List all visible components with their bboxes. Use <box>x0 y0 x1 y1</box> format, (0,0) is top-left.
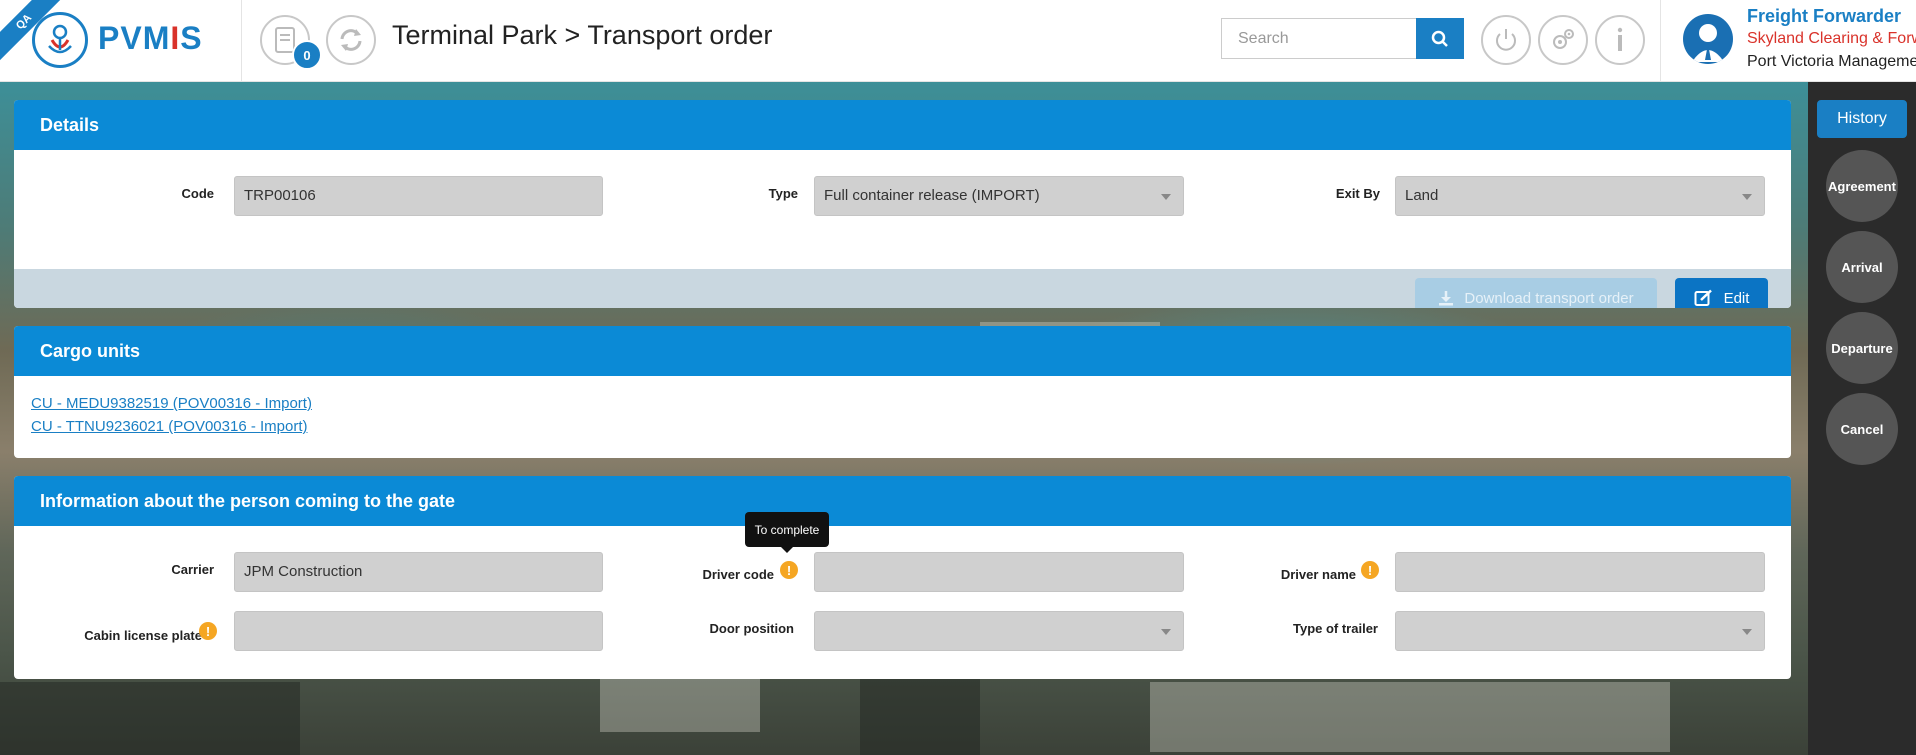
info-button[interactable] <box>1595 15 1645 65</box>
user-role: Freight Forwarder <box>1747 6 1902 26</box>
cancel-button[interactable]: Cancel <box>1826 393 1898 465</box>
carrier-field[interactable]: JPM Construction <box>234 552 603 592</box>
user-organization: Port Victoria Management <box>1747 53 1916 70</box>
type-of-trailer-select[interactable] <box>1395 611 1765 651</box>
download-button-label: Download transport order <box>1464 289 1634 307</box>
chevron-down-icon <box>1161 629 1171 635</box>
to-complete-tooltip: To complete <box>745 512 829 553</box>
search-button[interactable] <box>1416 18 1464 59</box>
door-position-label: Door position <box>709 621 795 636</box>
code-field[interactable]: TRP00106 <box>234 176 603 216</box>
driver-name-field[interactable] <box>1395 552 1765 592</box>
cabin-license-plate-label: Cabin license plate <box>84 628 202 643</box>
type-of-trailer-label: Type of trailer <box>1292 621 1378 636</box>
edit-icon <box>1694 289 1712 306</box>
search-input[interactable] <box>1221 18 1417 59</box>
departure-button[interactable]: Departure <box>1826 312 1898 384</box>
type-select-value: Full container release (IMPORT) <box>824 187 1040 204</box>
driver-code-field[interactable] <box>814 552 1184 592</box>
gate-person-panel: Information about the person coming to t… <box>14 476 1791 679</box>
details-panel-title: Details <box>14 100 1791 150</box>
gears-icon <box>1553 29 1574 49</box>
logo-wordmark: PVMIS <box>98 20 203 56</box>
edit-button-label: Edit <box>1723 289 1750 307</box>
agreement-button[interactable]: Agreement <box>1826 150 1898 222</box>
app-header: QA PVMIS 0 Terminal Park > Transport ord… <box>0 0 1916 82</box>
refresh-button[interactable] <box>326 15 376 65</box>
refresh-icon <box>340 29 362 51</box>
download-transport-order-button[interactable]: Download transport order <box>1415 278 1657 308</box>
door-position-select[interactable] <box>814 611 1184 651</box>
type-label: Type <box>768 186 798 201</box>
avatar-icon <box>1683 14 1733 64</box>
edit-button[interactable]: Edit <box>1675 278 1768 308</box>
logo-area: QA PVMIS <box>0 0 242 82</box>
warning-icon[interactable]: ! <box>1361 561 1379 579</box>
history-button[interactable]: History <box>1817 100 1907 138</box>
logout-button[interactable] <box>1481 15 1531 65</box>
settings-button[interactable] <box>1538 15 1588 65</box>
arrival-button[interactable]: Arrival <box>1826 231 1898 303</box>
power-icon <box>1496 29 1516 51</box>
code-label: Code <box>181 186 215 201</box>
gate-person-panel-title: Information about the person coming to t… <box>14 476 1791 526</box>
exit-by-select[interactable]: Land <box>1395 176 1765 216</box>
chevron-down-icon <box>1161 194 1171 200</box>
exit-by-label: Exit By <box>1335 186 1380 201</box>
search-icon <box>1431 30 1448 47</box>
details-action-bar: Download transport order Edit <box>14 269 1791 308</box>
driver-name-label: Driver name <box>1280 567 1356 582</box>
driver-code-label: Driver code <box>702 567 774 582</box>
type-select[interactable]: Full container release (IMPORT) <box>814 176 1184 216</box>
user-company: Skyland Clearing & Forwarding <box>1747 30 1916 47</box>
chevron-down-icon <box>1742 194 1752 200</box>
user-profile[interactable]: Freight Forwarder Skyland Clearing & For… <box>1660 0 1916 82</box>
breadcrumb: Terminal Park > Transport order <box>392 20 773 50</box>
warning-icon[interactable]: ! <box>780 561 798 579</box>
warning-icon[interactable]: ! <box>199 622 217 640</box>
notification-count-badge: 0 <box>292 40 322 70</box>
info-icon <box>1617 27 1623 51</box>
carrier-label: Carrier <box>171 562 214 577</box>
logo-emblem-icon <box>32 12 88 68</box>
cargo-unit-link[interactable]: CU - MEDU9382519 (POV00316 - Import) <box>31 395 312 412</box>
download-icon <box>1439 291 1454 306</box>
exit-by-select-value: Land <box>1405 187 1439 204</box>
cargo-unit-link[interactable]: CU - TTNU9236021 (POV00316 - Import) <box>31 418 308 435</box>
cargo-units-panel-title: Cargo units <box>14 326 1791 376</box>
details-panel: Details Code TRP00106 Type Full containe… <box>14 100 1791 308</box>
cargo-units-panel: Cargo units CU - MEDU9382519 (POV00316 -… <box>14 326 1791 458</box>
cabin-license-plate-field[interactable] <box>234 611 603 651</box>
chevron-down-icon <box>1742 629 1752 635</box>
